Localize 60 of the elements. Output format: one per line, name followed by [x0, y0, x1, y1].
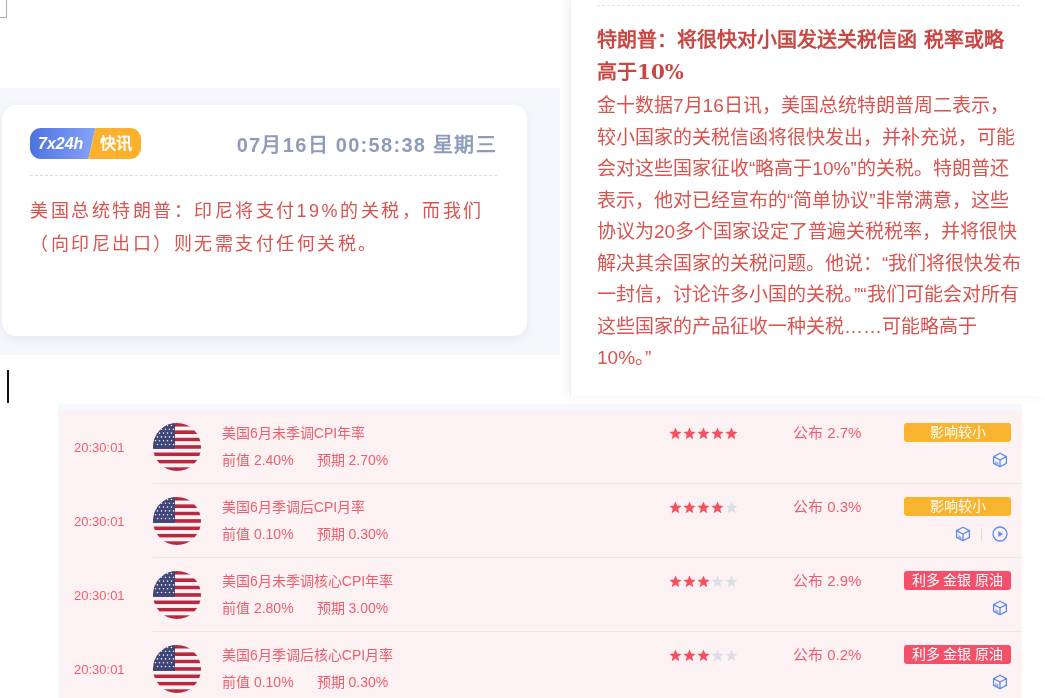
channel-label: 7x24h — [30, 128, 96, 159]
cube-icon[interactable] — [992, 600, 1008, 616]
play-icon[interactable] — [992, 526, 1008, 542]
previous-value: 前值 2.40% — [222, 451, 294, 469]
indicator-name: 美国6月未季调CPI年率 — [222, 424, 366, 442]
actual-value: 公布 0.3% — [793, 497, 862, 517]
indicator-name: 美国6月季调后CPI月率 — [222, 498, 366, 516]
flag-icon — [153, 571, 201, 619]
star-icon — [725, 574, 738, 588]
actual-value: 公布 0.2% — [793, 645, 862, 665]
release-time: 20:30:01 — [73, 512, 126, 531]
star-icon — [669, 500, 682, 514]
impact-tag: 利多 金银 原油 — [904, 645, 1011, 664]
cube-icon[interactable] — [992, 674, 1008, 690]
star-icon — [669, 574, 682, 588]
star-icon — [711, 648, 724, 662]
previous-value: 前值 0.10% — [222, 525, 294, 543]
forecast-value: 预期 0.30% — [316, 673, 389, 691]
forecast-value: 预期 2.70% — [316, 451, 389, 469]
text-cursor-icon — [7, 370, 9, 403]
indicator-name: 美国6月季调后核心CPI月率 — [222, 646, 394, 664]
star-icon — [697, 574, 710, 588]
article-title: 特朗普：将很快对小国发送关税信函 税率或略高于10% — [597, 27, 1005, 86]
star-icon — [697, 426, 710, 440]
flag-icon — [153, 423, 201, 471]
star-icon — [711, 574, 724, 588]
impact-tag: 影响较小 — [904, 423, 1011, 442]
forecast-value: 预期 3.00% — [316, 599, 389, 617]
actual-value: 公布 2.7% — [793, 423, 862, 443]
news-text: 美国总统特朗普：印尼将支付19%的关税，而我们（向印尼出口）则无需支付任何关税。 — [30, 200, 485, 256]
star-icon — [683, 426, 696, 440]
star-icon — [669, 648, 682, 662]
news-datetime: 07月16日 00:58:38 星期三 — [236, 133, 497, 158]
release-time: 20:30:01 — [73, 586, 126, 605]
star-icon — [697, 500, 710, 514]
release-time: 20:30:01 — [73, 660, 126, 679]
star-icon — [697, 648, 710, 662]
release-time: 20:30:01 — [73, 438, 126, 457]
actual-value: 公布 2.9% — [793, 571, 862, 591]
star-icon — [683, 574, 696, 588]
star-icon — [725, 426, 738, 440]
star-icon — [725, 500, 738, 514]
indicator-name: 美国6月未季调核心CPI年率 — [222, 572, 394, 590]
article-body: 金十数据7月16日讯，美国总统特朗普周二表示，较小国家的关税信函将很快发出，并补充说，可能会对这些国家征收“略高于10%”的关税。特朗普还表示，他对已经宣布的“简单协议”非常满意，这些协议为20多个国家设定了普遍关税税率，并将很快解决其余国家的关税问题。他说：“我们将很快发布一封信，讨论许多小国的关税。”“我们可能会对所有这些国家的产品征收一种关税……可能略高于10%。” — [597, 94, 1023, 370]
flash-news-label: 快讯 — [88, 128, 142, 159]
star-icon — [683, 500, 696, 514]
impact-tag: 影响较小 — [904, 497, 1011, 516]
previous-value: 前值 2.80% — [222, 599, 294, 617]
flag-icon — [153, 645, 201, 693]
previous-value: 前值 0.10% — [222, 673, 294, 691]
forecast-value: 预期 0.30% — [316, 525, 389, 543]
star-icon — [711, 500, 724, 514]
cube-icon[interactable] — [955, 526, 971, 542]
star-icon — [711, 426, 724, 440]
star-icon — [669, 426, 682, 440]
cube-icon[interactable] — [992, 452, 1008, 468]
star-icon — [683, 648, 696, 662]
star-icon — [725, 648, 738, 662]
flag-icon — [153, 497, 201, 545]
impact-tag: 利多 金银 原油 — [904, 571, 1011, 590]
